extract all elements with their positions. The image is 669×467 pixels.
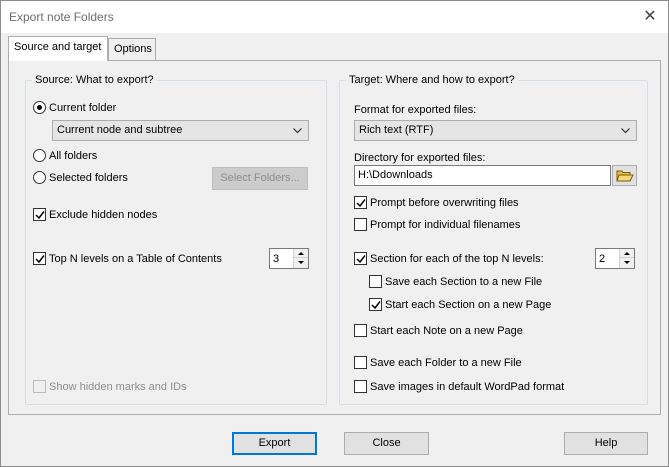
source-group-title: Source: What to export? [32,74,157,86]
chevron-down-icon [621,128,630,134]
prompt-filenames-checkbox[interactable] [354,218,367,231]
close-button[interactable]: Close [344,432,429,455]
top-n-toc-label: Top N levels on a Table of Contents [49,253,222,265]
prompt-overwrite-label: Prompt before overwriting files [370,197,519,209]
spinner-buttons [619,249,634,268]
checkmark-icon [356,199,366,208]
spinner-down-button[interactable] [294,258,308,268]
save-images-wordpad-label: Save images in default WordPad format [370,381,565,393]
start-section-page-label: Start each Section on a new Page [385,299,552,311]
save-folder-file-checkbox[interactable] [354,356,367,369]
save-section-file-label: Save each Section to a new File [385,276,543,288]
directory-input[interactable]: H:\Ddownloads [354,165,611,186]
section-top-n-label: Section for each of the top N levels: [370,253,544,265]
current-folder-radio[interactable] [33,101,46,114]
tab-label: Options [114,43,152,55]
spinner-buttons [293,249,308,268]
start-note-page-label: Start each Note on a new Page [370,325,523,337]
all-folders-radio[interactable] [33,149,46,162]
top-n-toc-checkbox[interactable] [33,252,46,265]
tab-options[interactable]: Options [108,38,156,60]
subtree-combo-value: Current node and subtree [57,124,183,136]
selected-folders-label: Selected folders [49,172,128,184]
window-title: Export note Folders [9,10,114,24]
export-button[interactable]: Export [232,432,317,455]
format-combo[interactable]: Rich text (RTF) [354,120,637,141]
close-icon[interactable]: ✕ [640,7,660,27]
export-dialog: Export note Folders ✕ Source and target … [0,0,669,467]
spinner-down-button[interactable] [620,258,634,268]
tab-label: Source and target [14,41,102,53]
directory-label: Directory for exported files: [354,152,486,164]
exclude-hidden-label: Exclude hidden nodes [49,209,158,221]
all-folders-label: All folders [49,150,98,162]
prompt-filenames-label: Prompt for individual filenames [370,219,521,231]
save-folder-file-label: Save each Folder to a new File [370,357,522,369]
arrow-up-icon [624,252,630,255]
start-section-page-checkbox[interactable] [369,298,382,311]
exclude-hidden-checkbox[interactable] [33,208,46,221]
folder-open-icon [616,170,634,182]
selected-folders-radio[interactable] [33,171,46,184]
show-hidden-marks-label: Show hidden marks and IDs [49,381,187,393]
prompt-overwrite-checkbox[interactable] [354,196,367,209]
arrow-down-icon [624,261,630,264]
browse-folder-button[interactable] [612,165,637,186]
tab-source-and-target[interactable]: Source and target [8,36,108,61]
subtree-combo[interactable]: Current node and subtree [52,120,309,141]
checkmark-icon [371,301,381,310]
spinner-up-button[interactable] [294,249,308,258]
tab-panel: Source: What to export? Current folder C… [8,60,661,415]
section-top-n-checkbox[interactable] [354,252,367,265]
target-group-title: Target: Where and how to export? [346,74,518,86]
current-folder-label: Current folder [49,102,117,114]
section-top-n-spinner[interactable]: 2 [595,248,635,269]
title-bar: Export note Folders ✕ [1,1,668,33]
target-group: Target: Where and how to export? Format … [339,74,648,405]
section-top-n-value: 2 [599,253,606,265]
format-label: Format for exported files: [354,104,477,116]
source-group: Source: What to export? Current folder C… [25,74,327,405]
chevron-down-icon [293,128,302,134]
save-images-wordpad-checkbox[interactable] [354,380,367,393]
select-folders-button[interactable]: Select Folders... [212,167,308,190]
top-n-toc-value: 3 [273,253,280,265]
spinner-up-button[interactable] [620,249,634,258]
arrow-down-icon [298,261,304,264]
arrow-up-icon [298,252,304,255]
save-section-file-checkbox[interactable] [369,275,382,288]
checkmark-icon [35,211,45,220]
start-note-page-checkbox[interactable] [354,324,367,337]
checkmark-icon [35,255,45,264]
top-n-toc-spinner[interactable]: 3 [269,248,309,269]
show-hidden-marks-checkbox[interactable] [33,380,46,393]
checkmark-icon [356,255,366,264]
format-combo-value: Rich text (RTF) [359,124,434,136]
help-button[interactable]: Help [564,432,648,455]
